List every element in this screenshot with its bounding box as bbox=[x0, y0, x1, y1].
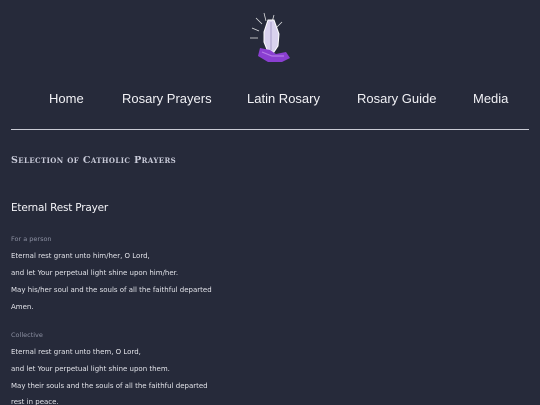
group-label-person: For a person bbox=[11, 235, 52, 243]
praying-hands-icon bbox=[250, 12, 290, 62]
prayer-line: Eternal rest grant unto them, O Lord, bbox=[11, 348, 141, 356]
prayer-line: May their souls and the souls of all the… bbox=[11, 382, 208, 390]
prayer-line: May his/her soul and the souls of all th… bbox=[11, 286, 212, 294]
prayer-line: Amen. bbox=[11, 303, 34, 311]
prayer-line: and let Your perpetual light shine upon … bbox=[11, 269, 179, 277]
prayer-line: rest in peace. bbox=[11, 398, 59, 405]
prayer-line: Eternal rest grant unto him/her, O Lord, bbox=[11, 252, 150, 260]
section-title: Selection of Catholic Prayers bbox=[11, 155, 177, 166]
prayer-title: Eternal Rest Prayer bbox=[11, 202, 108, 214]
prayer-line: and let Your perpetual light shine upon … bbox=[11, 365, 170, 373]
nav-home[interactable]: Home bbox=[49, 90, 84, 108]
nav-latin-rosary[interactable]: Latin Rosary bbox=[247, 90, 320, 108]
site-logo[interactable] bbox=[246, 12, 296, 66]
group-label-collective: Collective bbox=[11, 331, 43, 339]
nav-media[interactable]: Media bbox=[473, 90, 508, 108]
nav-rosary-prayers[interactable]: Rosary Prayers bbox=[122, 90, 212, 108]
header-divider bbox=[11, 129, 529, 130]
nav-rosary-guide[interactable]: Rosary Guide bbox=[357, 90, 436, 108]
